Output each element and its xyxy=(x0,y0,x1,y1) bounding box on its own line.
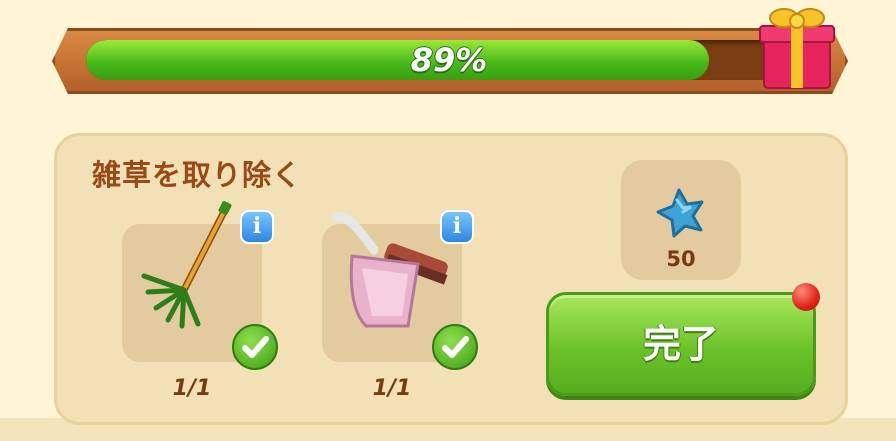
complete-button[interactable]: 完了 xyxy=(546,292,816,396)
progress-percent: 89% xyxy=(410,41,488,79)
notification-dot xyxy=(792,283,820,311)
item-count: 1/1 xyxy=(172,376,212,401)
info-button-dustpan[interactable]: i xyxy=(440,210,474,244)
reward-value: 50 xyxy=(666,247,696,271)
item-count: 1/1 xyxy=(372,376,412,401)
checkmark-icon xyxy=(232,324,278,370)
task-title: 雑草を取り除く xyxy=(92,158,303,192)
gift-icon[interactable] xyxy=(756,0,838,92)
checkmark-icon xyxy=(432,324,478,370)
info-button-rake[interactable]: i xyxy=(240,210,274,244)
